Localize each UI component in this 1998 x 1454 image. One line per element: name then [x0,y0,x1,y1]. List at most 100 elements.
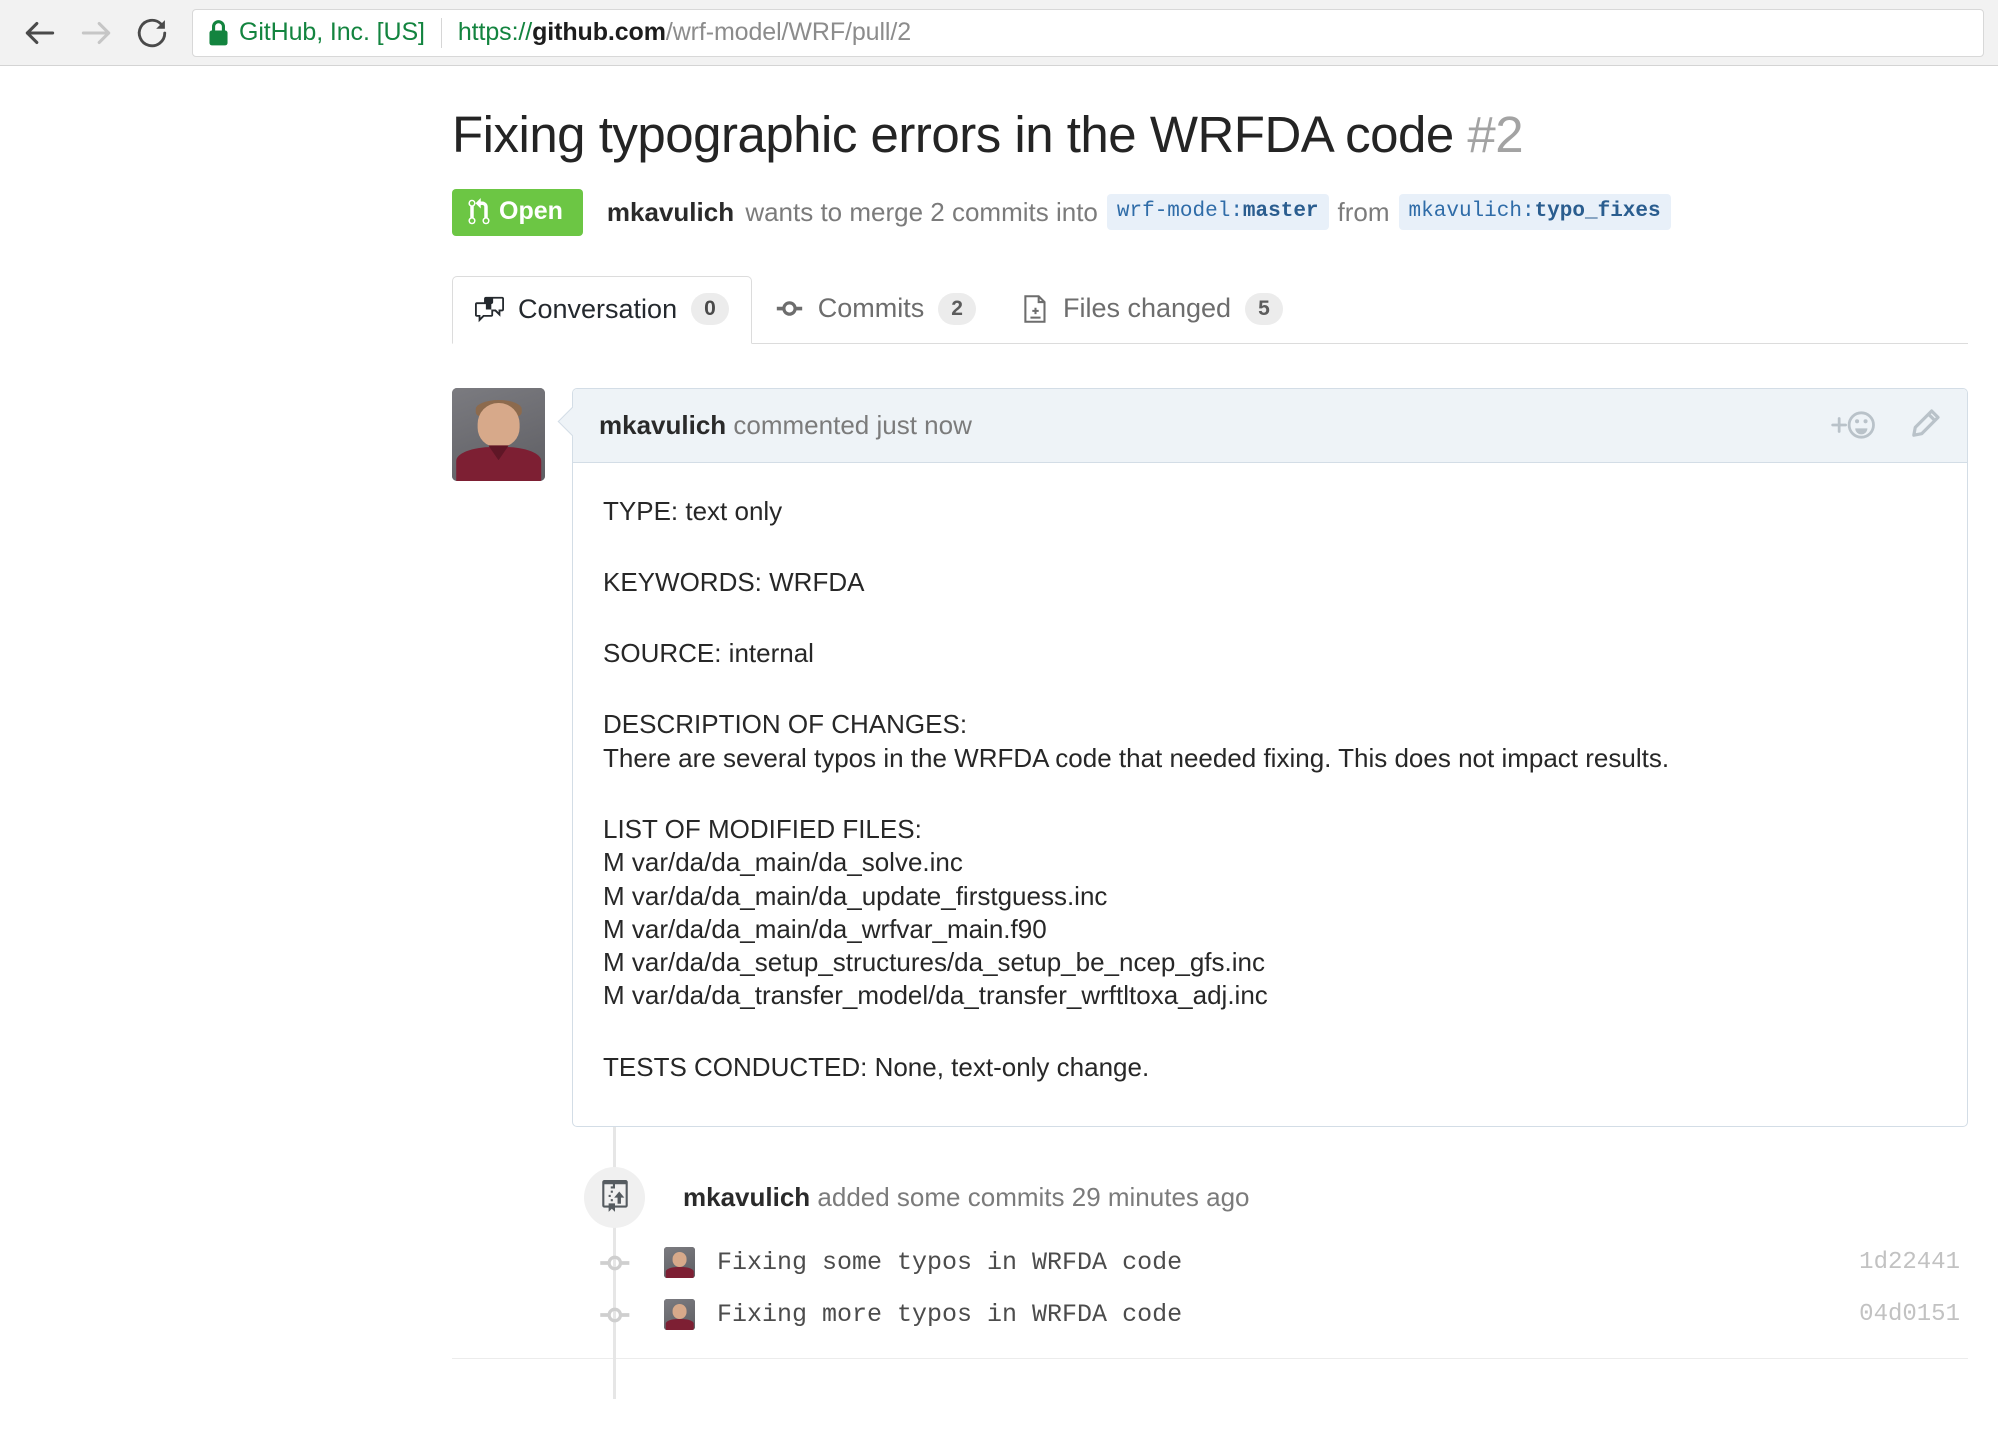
comment-line: M var/da/da_main/da_solve.inc [603,846,1937,879]
status-badge: Open [452,189,583,236]
address-bar[interactable]: GitHub, Inc. [US] https://github.com/wrf… [192,9,1984,57]
comment-line: TYPE: text only [603,495,1937,528]
merge-description: mkavulich wants to merge 2 commits into … [607,194,1680,230]
git-commit-icon [775,294,804,323]
tab-commits-label: Commits [818,295,925,322]
commit-sha[interactable]: 1d22441 [1859,1251,1960,1275]
back-button[interactable] [14,7,66,59]
pull-request-page: Fixing typographic errors in the WRFDA c… [0,106,1998,1359]
edit-comment-button[interactable] [1907,408,1941,442]
commit-node-icon [597,1298,631,1332]
reload-icon [134,15,170,51]
commit-node-icon [597,1246,631,1280]
arrow-right-icon [77,14,115,52]
comment-line: DESCRIPTION OF CHANGES: [603,708,1937,741]
head-branch-chip[interactable]: mkavulich:typo_fixes [1399,194,1671,230]
git-commit-node-glyph [597,1252,631,1274]
avatar[interactable] [452,388,545,481]
git-commit-node-glyph [597,1304,631,1326]
page-title: Fixing typographic errors in the WRFDA c… [452,106,1968,165]
branch-separator: : [1230,200,1243,223]
tab-files-changed[interactable]: Files changed 5 [999,275,1306,343]
comment-box: mkavulich commented just now [572,388,1968,1127]
status-badge-label: Open [499,199,563,224]
comment-author[interactable]: mkavulich [599,410,726,440]
pr-tabbar: Conversation 0 Commits 2 Files chan [452,276,1968,344]
avatar-face [672,1304,687,1319]
comment-header-actions [1829,408,1941,442]
comment-line: KEYWORDS: WRFDA [603,566,1937,599]
reload-button[interactable] [126,7,178,59]
from-text: from [1338,199,1390,225]
comment-paragraph: TESTS CONDUCTED: None, text-only change. [603,1051,1937,1084]
commit-row[interactable]: Fixing more typos in WRFDA code 04d0151 [452,1298,1968,1332]
comment-byline: mkavulich commented just now [599,412,972,438]
comment-body: TYPE: text only KEYWORDS: WRFDA SOURCE: … [573,463,1967,1126]
pr-timeline: mkavulich commented just now [452,388,1968,1359]
comment-action: commented [733,410,869,440]
comment-paragraph: SOURCE: internal [603,637,1937,670]
commits-event-description: added some commits 29 minutes ago [817,1182,1249,1212]
avatar-shirt [665,1319,694,1330]
tab-conversation-count: 0 [691,293,729,325]
base-branch-owner: wrf-model [1117,200,1230,223]
merge-text: wants to merge 2 commits into [745,199,1098,225]
tab-conversation[interactable]: Conversation 0 [452,276,752,344]
commit-sha[interactable]: 04d0151 [1859,1303,1960,1327]
pr-meta: Open mkavulich wants to merge 2 commits … [452,189,1968,236]
comment-line: M var/da/da_setup_structures/da_setup_be… [603,946,1937,979]
commit-row[interactable]: Fixing some typos in WRFDA code 1d22441 [452,1246,1968,1280]
pr-title-text: Fixing typographic errors in the WRFDA c… [452,106,1454,163]
comment-item: mkavulich commented just now [452,388,1968,1127]
tab-commits-count: 2 [938,293,976,325]
comment-paragraph: TYPE: text only [603,495,1937,528]
commit-author-avatar[interactable] [664,1247,695,1278]
comment-line: M var/da/da_main/da_update_firstguess.in… [603,880,1937,913]
forward-button[interactable] [70,7,122,59]
git-commit-glyph [775,294,804,323]
head-branch-owner: mkavulich [1409,200,1522,223]
arrow-left-icon [21,14,59,52]
commits-event-author[interactable]: mkavulich [683,1182,810,1212]
lock-icon [207,19,230,47]
comment-line: TESTS CONDUCTED: None, text-only change. [603,1051,1937,1084]
commit-author-avatar[interactable] [664,1299,695,1330]
head-branch-name: typo_fixes [1535,200,1661,223]
diff-file-icon [1022,294,1049,324]
comment-header: mkavulich commented just now [573,389,1967,463]
avatar-face [477,403,520,447]
pencil-icon [1907,408,1941,442]
comment-line: M var/da/da_transfer_model/da_transfer_w… [603,979,1937,1012]
comment-line: LIST OF MODIFIED FILES: [603,813,1937,846]
add-reaction-button[interactable] [1829,408,1877,442]
base-branch-name: master [1243,200,1319,223]
tab-conversation-label: Conversation [518,296,677,323]
site-identity-label: GitHub, Inc. [US] [239,18,425,47]
commit-message[interactable]: Fixing some typos in WRFDA code [717,1250,1182,1275]
avatar-shirt [665,1267,694,1278]
url-scheme: https:// [458,18,532,46]
pr-author[interactable]: mkavulich [607,199,734,225]
tab-files-changed-count: 5 [1245,293,1283,325]
browser-toolbar: GitHub, Inc. [US] https://github.com/wrf… [0,0,1998,66]
comment-discussion-glyph [475,295,504,324]
repo-push-icon [584,1167,645,1228]
comment-paragraph: LIST OF MODIFIED FILES: M var/da/da_main… [603,813,1937,1013]
comment-line: M var/da/da_main/da_wrfvar_main.f90 [603,913,1937,946]
comment-paragraph: DESCRIPTION OF CHANGES: There are severa… [603,708,1937,775]
git-pull-request-icon [468,198,490,226]
timeline-divider [452,1358,1968,1359]
base-branch-chip[interactable]: wrf-model:master [1107,194,1329,230]
padlock-glyph [207,19,230,47]
url-path: /wrf-model/WRF/pull/2 [666,18,911,46]
commit-message[interactable]: Fixing more typos in WRFDA code [717,1302,1182,1327]
comment-paragraph: KEYWORDS: WRFDA [603,566,1937,599]
add-reaction-icon [1829,408,1877,442]
omnibox-divider [441,18,442,48]
pr-number: #2 [1467,106,1523,163]
tab-commits[interactable]: Commits 2 [752,275,999,343]
branch-separator: : [1522,200,1535,223]
url-text: https://github.com/wrf-model/WRF/pull/2 [458,18,911,47]
tab-files-changed-label: Files changed [1063,295,1231,322]
comment-timestamp: just now [876,410,971,440]
